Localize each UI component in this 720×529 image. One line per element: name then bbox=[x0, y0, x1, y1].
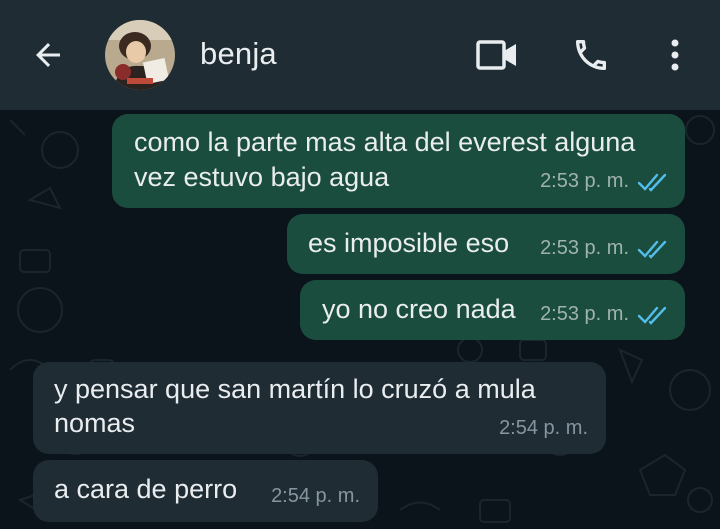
message-meta: 2:54 p. m. bbox=[271, 479, 360, 514]
contact-avatar[interactable] bbox=[105, 20, 175, 90]
message-time: 2:53 p. m. bbox=[540, 170, 629, 192]
message-meta: 2:53 p. m. bbox=[540, 297, 671, 332]
message-text: como la parte mas alta del everest algun… bbox=[134, 127, 636, 157]
message-meta: 2:54 p. m. bbox=[499, 411, 588, 446]
more-vertical-icon bbox=[671, 39, 679, 71]
message-time: 2:53 p. m. bbox=[540, 303, 629, 325]
voice-call-button[interactable] bbox=[569, 35, 613, 75]
message-text: nomas bbox=[54, 408, 136, 438]
avatar-image bbox=[105, 20, 175, 90]
more-options-button[interactable] bbox=[660, 35, 690, 75]
phone-icon bbox=[576, 40, 606, 70]
back-button[interactable] bbox=[28, 35, 68, 75]
message-text: es imposible eso bbox=[308, 228, 510, 258]
double-check-icon bbox=[637, 173, 667, 192]
video-camera-icon bbox=[476, 40, 516, 70]
video-call-button[interactable] bbox=[472, 35, 522, 75]
message-bubble-outgoing[interactable]: yo no creo nada 2:53 p. m. bbox=[300, 280, 685, 340]
contact-name[interactable]: benja bbox=[200, 36, 277, 72]
message-bubble-incoming[interactable]: a cara de perro 2:54 p. m. bbox=[33, 460, 378, 522]
double-check-icon bbox=[637, 240, 667, 259]
message-bubble-incoming[interactable]: y pensar que san martín lo cruzó a mula … bbox=[33, 362, 606, 454]
message-meta: 2:53 p. m. bbox=[540, 231, 671, 266]
message-bubble-outgoing[interactable]: es imposible eso 2:53 p. m. bbox=[287, 214, 685, 274]
chat-header: benja bbox=[0, 0, 720, 110]
message-time: 2:54 p. m. bbox=[271, 485, 360, 507]
message-bubble-outgoing[interactable]: como la parte mas alta del everest algun… bbox=[112, 114, 685, 208]
message-meta: 2:53 p. m. bbox=[540, 164, 671, 199]
double-check-icon bbox=[637, 306, 667, 325]
message-text: vez estuvo bajo agua bbox=[134, 162, 390, 192]
message-text: a cara de perro bbox=[54, 474, 238, 504]
message-time: 2:54 p. m. bbox=[499, 417, 588, 439]
message-text: y pensar que san martín lo cruzó a mula bbox=[54, 374, 536, 404]
message-text: yo no creo nada bbox=[322, 294, 516, 324]
message-time: 2:53 p. m. bbox=[540, 237, 629, 259]
chat-area[interactable]: como la parte mas alta del everest algun… bbox=[0, 110, 720, 529]
arrow-left-icon bbox=[36, 43, 60, 67]
